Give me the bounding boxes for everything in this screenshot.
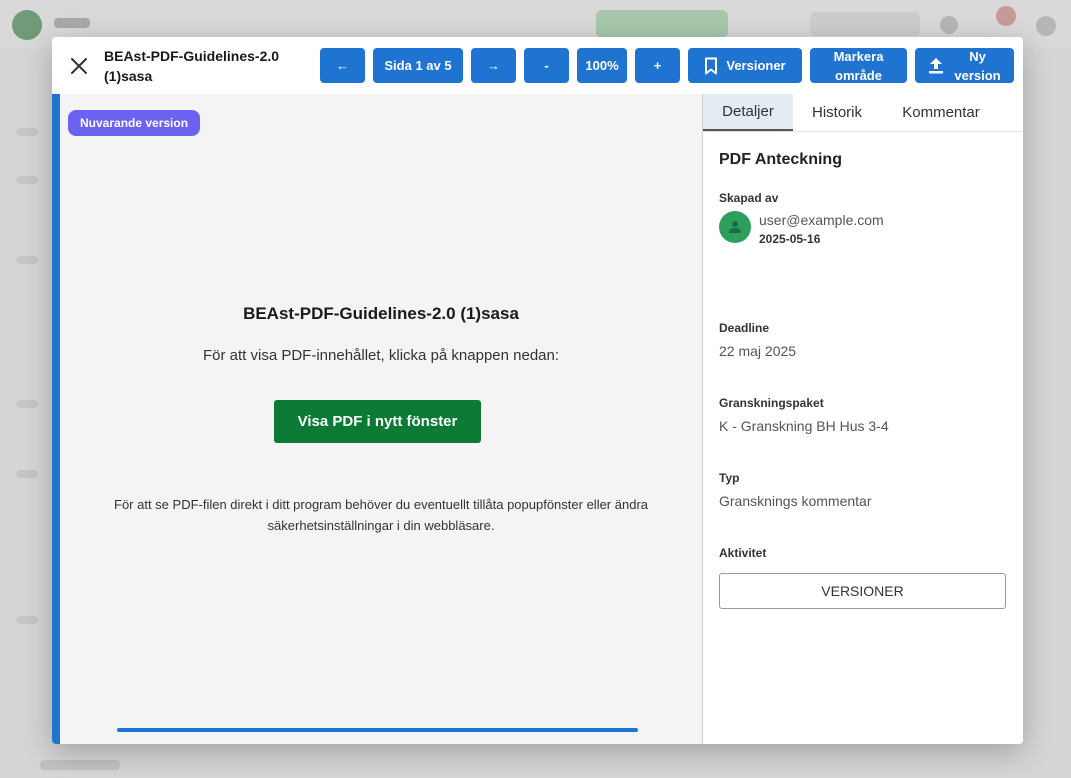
background-logo (12, 10, 42, 40)
document-title: BEAst-PDF-Guidelines-2.0 (1)sasa (104, 48, 280, 84)
open-pdf-button[interactable]: Visa PDF i nytt fönster (274, 400, 481, 443)
background-sidebar-item (16, 256, 38, 264)
versions-button[interactable]: Versioner (688, 48, 802, 83)
background-sidebar-item (16, 400, 38, 408)
horizontal-scrollbar[interactable] (117, 728, 638, 732)
previous-page-button[interactable]: ← (320, 48, 365, 83)
mark-area-button[interactable]: Markera område (810, 48, 907, 83)
tab-comment[interactable]: Kommentar (881, 94, 1001, 131)
details-heading: PDF Anteckning (719, 151, 842, 168)
new-version-label-line2: version (954, 67, 1001, 83)
tab-details[interactable]: Detaljer (703, 94, 793, 131)
viewer-toolbar: BEAst-PDF-Guidelines-2.0 (1)sasa ← Sida … (52, 37, 1023, 95)
background-button (596, 10, 728, 38)
created-date: 2025-05-16 (759, 232, 821, 246)
current-version-badge: Nuvarande version (68, 110, 201, 136)
background-sidebar-item (16, 616, 38, 624)
person-icon (729, 221, 741, 233)
zoom-level-button[interactable]: 100% (577, 48, 627, 83)
type-value: Gransknings kommentar (719, 493, 872, 509)
pdf-viewer-modal: BEAst-PDF-Guidelines-2.0 (1)sasa ← Sida … (52, 37, 1023, 744)
zoom-in-button[interactable]: + (635, 48, 680, 83)
upload-icon (929, 57, 944, 73)
tab-history[interactable]: Historik (793, 94, 881, 131)
background-sidebar-item (16, 470, 38, 478)
background-sidebar-item (16, 176, 38, 184)
deadline-label: Deadline (719, 321, 770, 335)
avatar (719, 211, 751, 243)
page-indicator-button[interactable]: Sida 1 av 5 (373, 48, 463, 83)
pdf-title: BEAst-PDF-Guidelines-2.0 (1)sasa (243, 304, 519, 323)
background-icon (940, 16, 958, 34)
versions-button-label: Versioner (726, 58, 786, 73)
creator-email: user@example.com (759, 212, 884, 228)
mark-area-label-line2: område (835, 67, 882, 83)
details-sidebar: Detaljer Historik Kommentar PDF Anteckni… (702, 94, 1023, 744)
activity-versions-button[interactable]: VERSIONER (719, 573, 1006, 609)
zoom-out-button[interactable]: - (524, 48, 569, 83)
next-page-button[interactable]: → (471, 48, 516, 83)
type-label: Typ (719, 471, 740, 485)
background-notification-icon (996, 6, 1016, 26)
popup-note: För att se PDF-filen direkt i ditt progr… (114, 497, 648, 533)
background-logo-text (54, 18, 90, 28)
mark-area-label-line1: Markera (833, 48, 884, 64)
review-package-label: Granskningspaket (719, 396, 824, 410)
background-settings-icon (1036, 16, 1056, 36)
new-version-label-line1: Ny (969, 48, 986, 64)
review-package-value: K - Granskning BH Hus 3-4 (719, 418, 889, 434)
background-search (810, 12, 920, 36)
bookmark-icon (705, 57, 718, 74)
close-icon (71, 58, 87, 74)
pdf-instruction: För att visa PDF-innehållet, klicka på k… (202, 347, 560, 364)
pdf-preview-pane: Nuvarande version BEAst-PDF-Guidelines-2… (52, 94, 702, 744)
background-footer (40, 760, 120, 770)
created-by-label: Skapad av (719, 191, 779, 205)
activity-label: Aktivitet (719, 546, 767, 560)
close-button[interactable] (66, 53, 92, 79)
sidebar-tabs: Detaljer Historik Kommentar (703, 94, 1023, 132)
new-version-button[interactable]: Ny version (915, 48, 1014, 83)
deadline-value: 22 maj 2025 (719, 343, 797, 359)
background-sidebar-item (16, 128, 38, 136)
